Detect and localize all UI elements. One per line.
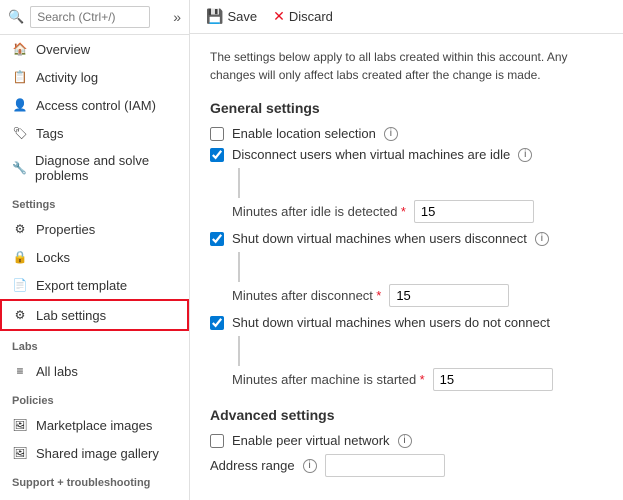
export-template-icon: 📄	[12, 277, 28, 293]
minutes-disconnect-required: *	[376, 288, 381, 303]
shutdown-disconnect-info-icon[interactable]: i	[535, 232, 549, 246]
enable-location-label: Enable location selection	[232, 126, 376, 141]
minutes-idle-input[interactable]	[414, 200, 534, 223]
enable-peer-network-info-icon[interactable]: i	[398, 434, 412, 448]
tags-icon: 🏷	[12, 125, 28, 141]
shutdown-noconnect-label: Shut down virtual machines when users do…	[232, 315, 550, 330]
shutdown-disconnect-label: Shut down virtual machines when users di…	[232, 231, 527, 246]
address-range-label: Address range	[210, 458, 295, 473]
sidebar-item-all-labs[interactable]: ≡ All labs	[0, 357, 189, 385]
disconnect-users-row: Disconnect users when virtual machines a…	[210, 147, 603, 162]
address-range-row: Address range i	[210, 454, 603, 477]
minutes-disconnect-label: Minutes after disconnect *	[232, 288, 381, 303]
search-icon: 🔍	[8, 9, 24, 25]
minutes-disconnect-row: Minutes after disconnect *	[232, 284, 603, 307]
general-settings-title: General settings	[210, 100, 603, 116]
enable-location-info-icon[interactable]: i	[384, 127, 398, 141]
toolbar: 💾 Save ✕ Discard	[190, 0, 623, 34]
overview-icon: 🏠	[12, 41, 28, 57]
shutdown-noconnect-checkbox[interactable]	[210, 316, 224, 330]
sidebar-item-marketplace-images[interactable]: 🖼 Marketplace images	[0, 411, 189, 439]
shutdown-noconnect-group: Shut down virtual machines when users do…	[210, 315, 603, 391]
all-labs-icon: ≡	[12, 363, 28, 379]
minutes-disconnect-input[interactable]	[389, 284, 509, 307]
settings-section-label: Settings	[0, 189, 189, 215]
sidebar-item-overview[interactable]: 🏠 Overview	[0, 35, 189, 63]
sidebar-item-properties[interactable]: ⚙ Properties	[0, 215, 189, 243]
sidebar: 🔍 » 🏠 Overview 📋 Activity log 👤 Access c…	[0, 0, 190, 500]
sidebar-item-internal-support[interactable]: 👤 Internal support	[0, 493, 189, 500]
disconnect-users-line	[238, 168, 240, 198]
enable-peer-network-row: Enable peer virtual network i	[210, 433, 603, 448]
main-panel: 💾 Save ✕ Discard The settings below appl…	[190, 0, 623, 500]
activity-log-icon: 📋	[12, 69, 28, 85]
enable-location-checkbox[interactable]	[210, 127, 224, 141]
properties-icon: ⚙	[12, 221, 28, 237]
disconnect-users-label: Disconnect users when virtual machines a…	[232, 147, 510, 162]
access-control-icon: 👤	[12, 97, 28, 113]
save-icon: 💾	[206, 8, 223, 25]
content-area: The settings below apply to all labs cre…	[190, 34, 623, 500]
discard-icon: ✕	[273, 8, 285, 25]
sidebar-section-top: 🏠 Overview 📋 Activity log 👤 Access contr…	[0, 35, 189, 189]
search-input[interactable]	[30, 6, 150, 28]
description-text: The settings below apply to all labs cre…	[210, 48, 603, 84]
address-range-input[interactable]	[325, 454, 445, 477]
shutdown-noconnect-row: Shut down virtual machines when users do…	[210, 315, 603, 330]
advanced-settings-section: Advanced settings Enable peer virtual ne…	[210, 407, 603, 477]
sidebar-item-export-template[interactable]: 📄 Export template	[0, 271, 189, 299]
shutdown-noconnect-line	[238, 336, 240, 366]
minutes-started-label: Minutes after machine is started *	[232, 372, 425, 387]
lab-settings-icon: ⚙	[12, 307, 28, 323]
enable-peer-network-label: Enable peer virtual network	[232, 433, 390, 448]
enable-peer-network-checkbox[interactable]	[210, 434, 224, 448]
disconnect-users-info-icon[interactable]: i	[518, 148, 532, 162]
sidebar-item-diagnose[interactable]: 🔧 Diagnose and solve problems	[0, 147, 189, 189]
diagnose-icon: 🔧	[12, 160, 27, 176]
sidebar-section-support: Support + troubleshooting 👤 Internal sup…	[0, 467, 189, 500]
save-button[interactable]: 💾 Save	[206, 8, 257, 25]
labs-section-label: Labs	[0, 331, 189, 357]
sidebar-item-locks[interactable]: 🔒 Locks	[0, 243, 189, 271]
enable-location-row: Enable location selection i	[210, 126, 603, 141]
sidebar-item-shared-image-gallery[interactable]: 🖼 Shared image gallery	[0, 439, 189, 467]
policies-section-label: Policies	[0, 385, 189, 411]
minutes-started-row: Minutes after machine is started *	[232, 368, 603, 391]
minutes-idle-label: Minutes after idle is detected *	[232, 204, 406, 219]
sidebar-section-labs: Labs ≡ All labs	[0, 331, 189, 385]
shutdown-disconnect-line	[238, 252, 240, 282]
advanced-settings-title: Advanced settings	[210, 407, 603, 423]
shutdown-disconnect-checkbox[interactable]	[210, 232, 224, 246]
shared-image-gallery-icon: 🖼	[12, 445, 28, 461]
sidebar-item-access-control[interactable]: 👤 Access control (IAM)	[0, 91, 189, 119]
support-section-label: Support + troubleshooting	[0, 467, 189, 493]
sidebar-item-activity-log[interactable]: 📋 Activity log	[0, 63, 189, 91]
minutes-idle-required: *	[401, 204, 406, 219]
sidebar-section-settings: Settings ⚙ Properties 🔒 Locks 📄 Export t…	[0, 189, 189, 331]
locks-icon: 🔒	[12, 249, 28, 265]
shutdown-disconnect-group: Shut down virtual machines when users di…	[210, 231, 603, 307]
discard-button[interactable]: ✕ Discard	[273, 8, 333, 25]
disconnect-users-checkbox[interactable]	[210, 148, 224, 162]
address-range-info-icon[interactable]: i	[303, 459, 317, 473]
collapse-sidebar-button[interactable]: »	[173, 9, 181, 25]
sidebar-item-tags[interactable]: 🏷 Tags	[0, 119, 189, 147]
minutes-started-required: *	[420, 372, 425, 387]
sidebar-search-bar: 🔍 »	[0, 0, 189, 35]
sidebar-section-policies: Policies 🖼 Marketplace images 🖼 Shared i…	[0, 385, 189, 467]
marketplace-images-icon: 🖼	[12, 417, 28, 433]
shutdown-disconnect-row: Shut down virtual machines when users di…	[210, 231, 603, 246]
minutes-started-input[interactable]	[433, 368, 553, 391]
sidebar-item-lab-settings[interactable]: ⚙ Lab settings	[0, 299, 189, 331]
disconnect-users-group: Disconnect users when virtual machines a…	[210, 147, 603, 223]
minutes-idle-row: Minutes after idle is detected *	[232, 200, 603, 223]
